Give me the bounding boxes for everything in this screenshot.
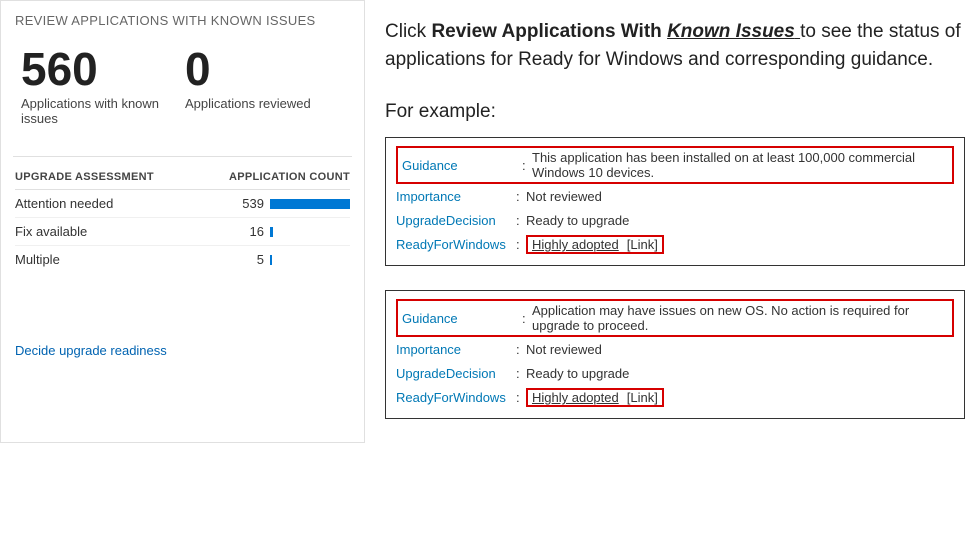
- stat-reviewed: 0 Applications reviewed: [185, 46, 311, 126]
- divider: [13, 156, 352, 157]
- importance-key: Importance: [396, 342, 516, 357]
- instruction-panel: Click Review Applications With Known Iss…: [385, 0, 980, 443]
- sep: :: [516, 342, 526, 357]
- importance-row: Importance : Not reviewed: [396, 184, 954, 208]
- ready-val[interactable]: Highly adopted: [532, 390, 619, 405]
- stat-label: Applications with known issues: [21, 96, 161, 126]
- col-assessment: UPGRADE ASSESSMENT: [15, 171, 229, 183]
- sep: :: [522, 311, 532, 326]
- importance-val: Not reviewed: [526, 189, 602, 204]
- link-text[interactable]: [Link]: [627, 390, 658, 405]
- guidance-key: Guidance: [402, 158, 522, 173]
- row-count: 16: [234, 224, 264, 239]
- sep: :: [516, 366, 526, 381]
- instruction-text: Click Review Applications With Known Iss…: [385, 18, 980, 73]
- guidance-val: Application may have issues on new OS. N…: [532, 303, 948, 333]
- review-applications-panel: REVIEW APPLICATIONS WITH KNOWN ISSUES 56…: [0, 0, 365, 443]
- sep: :: [516, 390, 526, 405]
- upgrade-key: UpgradeDecision: [396, 366, 516, 381]
- example-box-2: Guidance : Application may have issues o…: [385, 290, 965, 419]
- importance-row: Importance : Not reviewed: [396, 337, 954, 361]
- table-row[interactable]: Multiple 5: [15, 246, 350, 273]
- guidance-val: This application has been installed on a…: [532, 150, 948, 180]
- example-box-1: Guidance : This application has been ins…: [385, 137, 965, 266]
- table-header: UPGRADE ASSESSMENT APPLICATION COUNT: [15, 171, 350, 190]
- upgrade-decision-row: UpgradeDecision : Ready to upgrade: [396, 361, 954, 385]
- example-label: For example:: [385, 101, 980, 123]
- importance-val: Not reviewed: [526, 342, 602, 357]
- row-label: Attention needed: [15, 196, 234, 211]
- row-label: Fix available: [15, 224, 234, 239]
- stat-label: Applications reviewed: [185, 96, 311, 111]
- sep: :: [516, 213, 526, 228]
- stat-number: 560: [21, 46, 161, 92]
- guidance-row-highlighted: Guidance : Application may have issues o…: [396, 299, 954, 337]
- assessment-table: UPGRADE ASSESSMENT APPLICATION COUNT Att…: [1, 163, 364, 273]
- ready-for-windows-row: ReadyForWindows : Highly adopted [Link]: [396, 385, 954, 410]
- guidance-row-highlighted: Guidance : This application has been ins…: [396, 146, 954, 184]
- upgrade-val: Ready to upgrade: [526, 366, 629, 381]
- row-bar: [270, 199, 350, 209]
- link-text[interactable]: [Link]: [627, 237, 658, 252]
- stat-number: 0: [185, 46, 311, 92]
- decide-upgrade-readiness-link[interactable]: Decide upgrade readiness: [1, 273, 364, 372]
- stats-row: 560 Applications with known issues 0 App…: [1, 38, 364, 150]
- row-label: Multiple: [15, 252, 234, 267]
- row-count: 539: [234, 196, 264, 211]
- col-count: APPLICATION COUNT: [229, 171, 350, 183]
- table-row[interactable]: Attention needed 539: [15, 190, 350, 218]
- importance-key: Importance: [396, 189, 516, 204]
- sep: :: [516, 189, 526, 204]
- stat-known-issues: 560 Applications with known issues: [21, 46, 161, 126]
- upgrade-val: Ready to upgrade: [526, 213, 629, 228]
- ready-for-windows-row: ReadyForWindows : Highly adopted [Link]: [396, 232, 954, 257]
- panel-title: REVIEW APPLICATIONS WITH KNOWN ISSUES: [1, 1, 364, 38]
- ready-value-highlighted: Highly adopted [Link]: [526, 235, 664, 254]
- guidance-key: Guidance: [402, 311, 522, 326]
- upgrade-decision-row: UpgradeDecision : Ready to upgrade: [396, 208, 954, 232]
- ready-val[interactable]: Highly adopted: [532, 237, 619, 252]
- ready-value-highlighted: Highly adopted [Link]: [526, 388, 664, 407]
- upgrade-key: UpgradeDecision: [396, 213, 516, 228]
- table-row[interactable]: Fix available 16: [15, 218, 350, 246]
- row-bar: [270, 255, 350, 265]
- row-bar: [270, 227, 350, 237]
- ready-key: ReadyForWindows: [396, 390, 516, 405]
- ready-key: ReadyForWindows: [396, 237, 516, 252]
- row-count: 5: [234, 252, 264, 267]
- sep: :: [522, 158, 532, 173]
- sep: :: [516, 237, 526, 252]
